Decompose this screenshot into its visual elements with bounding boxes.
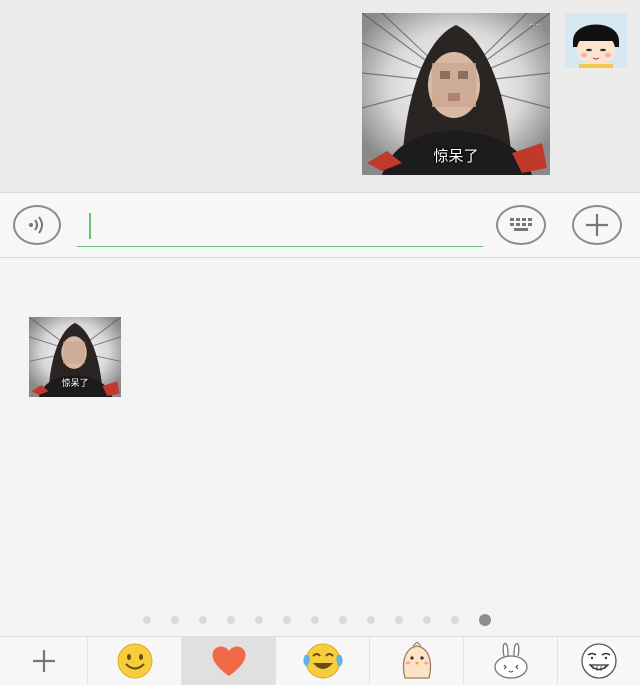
plus-icon (32, 650, 55, 672)
page-dot (227, 616, 235, 624)
page-dot (423, 616, 431, 624)
tab-sticker-pack-4[interactable] (558, 637, 640, 685)
keyboard-toggle-button[interactable] (496, 205, 546, 245)
laughing-crying-emoji-icon (302, 643, 343, 679)
sticker-watermark: ···· (528, 19, 542, 30)
tab-sticker-pack-3[interactable] (464, 637, 558, 685)
chat-area: ···· 惊呆了 (0, 0, 640, 192)
sticker-panel (0, 258, 640, 636)
voice-input-button[interactable] (13, 205, 61, 245)
text-caret (89, 213, 91, 239)
sticker-thumbnail[interactable]: 惊呆了 (29, 317, 121, 397)
sticker-caption: 惊呆了 (433, 148, 479, 165)
plus-icon (586, 214, 608, 236)
more-options-button[interactable] (572, 205, 622, 245)
page-dot (395, 616, 403, 624)
chick-sticker-icon (402, 642, 431, 679)
tab-add-sticker[interactable] (0, 637, 88, 685)
sent-sticker-message[interactable]: ···· 惊呆了 (362, 13, 550, 175)
page-dot (199, 616, 207, 624)
tab-emoji[interactable] (88, 637, 182, 685)
sticker-thumbnail-caption: 惊呆了 (61, 378, 89, 388)
smiley-emoji-icon (117, 643, 152, 679)
meme-face-sticker-icon (581, 643, 617, 679)
tab-favorites[interactable] (182, 637, 276, 685)
keyboard-icon (510, 218, 532, 231)
page-dot (171, 616, 179, 624)
page-indicator (143, 614, 491, 626)
voice-icon (29, 216, 43, 234)
cartoon-avatar-image (565, 13, 627, 68)
page-dot (339, 616, 347, 624)
page-dot (451, 616, 459, 624)
sticker-tabbar (0, 636, 640, 685)
bunny-sticker-icon (493, 642, 528, 679)
input-toolbar (0, 192, 640, 258)
page-dot (255, 616, 263, 624)
page-dot (367, 616, 375, 624)
page-dot-active (479, 614, 491, 626)
avatar[interactable] (565, 13, 627, 68)
heart-icon (212, 646, 245, 676)
page-dot (311, 616, 319, 624)
page-dot (143, 616, 151, 624)
tab-sticker-pack-1[interactable] (276, 637, 370, 685)
message-input[interactable] (77, 209, 483, 247)
page-dot (283, 616, 291, 624)
tab-sticker-pack-2[interactable] (370, 637, 464, 685)
